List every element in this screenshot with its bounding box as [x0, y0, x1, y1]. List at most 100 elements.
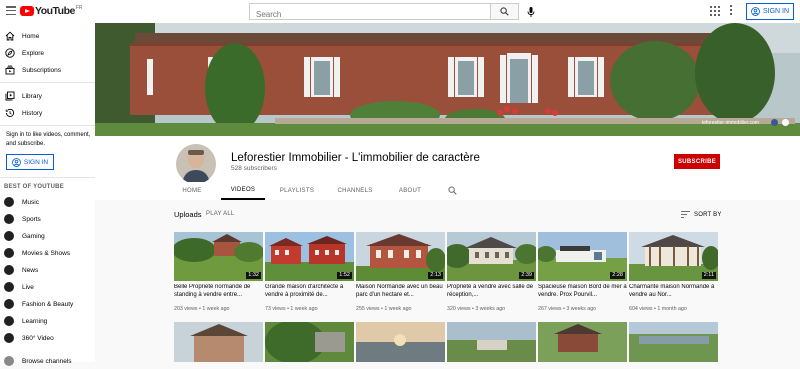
view-count: 604 views	[629, 306, 653, 312]
video-thumbnail[interactable]: 2:11	[629, 232, 718, 281]
instagram-icon[interactable]	[782, 119, 789, 126]
gamepad-icon	[4, 231, 14, 241]
video-thumbnail[interactable]: 1:32	[174, 232, 263, 281]
view-count: 267 views	[538, 306, 562, 312]
video-title[interactable]: Spacieuse maison Bord de mer à vendre. P…	[538, 284, 627, 300]
sidebar-item-360-video[interactable]: 360° Video	[0, 330, 95, 346]
menu-icon[interactable]	[6, 6, 16, 15]
tab-channels[interactable]: CHANNELS	[333, 182, 377, 200]
best-of-youtube-heading: BEST OF YOUTUBE	[4, 184, 64, 190]
facebook-icon[interactable]	[771, 119, 778, 126]
sidebar-item-library[interactable]: Library	[0, 88, 95, 104]
account-icon	[751, 7, 760, 16]
trophy-icon	[4, 214, 14, 224]
video-duration: 1:32	[246, 272, 261, 279]
upload-age: 3 weeks ago	[475, 306, 506, 312]
video-title[interactable]: Belle Propriété normande de standing à v…	[174, 284, 263, 300]
signin-label: SIGN IN	[23, 158, 49, 166]
sidebar-item-fashion[interactable]: Fashion & Beauty	[0, 296, 95, 312]
sidebar-item-live[interactable]: Live	[0, 279, 95, 295]
signin-button[interactable]: SIGN IN	[746, 3, 794, 20]
divider	[0, 177, 95, 178]
sidebar-item-sports[interactable]: Sports	[0, 211, 95, 227]
sidebar-item-browse-channels[interactable]: Browse channels	[0, 353, 95, 369]
video-meta: 255 views • 1 week ago	[356, 306, 412, 312]
video-duration: 2:28	[610, 272, 625, 279]
video-thumbnail[interactable]: 2:28	[538, 232, 627, 281]
video-thumbnail[interactable]	[629, 322, 718, 362]
sidebar: Home Explore Subscriptions Library Histo…	[0, 23, 95, 366]
video-thumbnail[interactable]: 2:13	[356, 232, 445, 281]
uploads-title[interactable]: Uploads	[174, 210, 202, 219]
video-thumbnail[interactable]	[356, 322, 445, 362]
video-meta: 203 views • 1 week ago	[174, 306, 230, 312]
channel-avatar[interactable]	[176, 144, 216, 184]
sidebar-item-label: Home	[22, 32, 40, 40]
video-thumbnail[interactable]	[447, 322, 536, 362]
sidebar-item-explore[interactable]: Explore	[0, 45, 95, 61]
video-title[interactable]: Maison Normande avec un beau parc d'un h…	[356, 284, 445, 300]
account-icon	[12, 157, 21, 167]
video-meta: 320 views • 3 weeks ago	[447, 306, 506, 312]
banner-website-link[interactable]: leforestier-immobilier.com	[702, 120, 759, 126]
video-title[interactable]: Propriété à vendre avec salle de récepti…	[447, 284, 536, 300]
channel-search-icon[interactable]	[448, 186, 457, 195]
sort-by-button[interactable]: SORT BY	[681, 211, 722, 218]
sidebar-item-label: 360° Video	[22, 334, 54, 342]
video-title[interactable]: Grande maison d'architecte à vendre à pr…	[265, 284, 354, 300]
tab-playlists[interactable]: PLAYLISTS	[275, 182, 319, 200]
video-title[interactable]: Charmante maison Normande à vendre au No…	[629, 284, 718, 300]
upload-age: 1 week ago	[290, 306, 318, 312]
channel-name: Leforestier Immobilier - L'immobilier de…	[231, 152, 480, 164]
sidebar-item-gaming[interactable]: Gaming	[0, 228, 95, 244]
tab-about[interactable]: ABOUT	[391, 182, 429, 200]
upload-age: 1 week ago	[202, 306, 230, 312]
sidebar-item-label: Gaming	[22, 232, 45, 240]
video-thumbnail[interactable]	[265, 322, 354, 362]
search-input[interactable]	[250, 7, 490, 22]
subscriber-count: 528 subscribers	[231, 165, 277, 172]
subscriptions-icon	[5, 65, 15, 75]
play-all-button[interactable]: PLAY ALL	[206, 211, 234, 217]
sidebar-item-news[interactable]: News	[0, 262, 95, 278]
upload-age: 3 weeks ago	[566, 306, 597, 312]
home-icon	[5, 31, 15, 41]
news-icon	[4, 265, 14, 275]
sidebar-item-subscriptions[interactable]: Subscriptions	[0, 62, 95, 78]
voice-search-button[interactable]	[523, 4, 538, 19]
sidebar-item-history[interactable]: History	[0, 105, 95, 121]
sidebar-item-movies[interactable]: Movies & Shows	[0, 245, 95, 261]
video-thumbnail[interactable]	[174, 322, 263, 362]
video-thumbnail[interactable]: 1:52	[265, 232, 354, 281]
banner-image	[95, 23, 800, 136]
sidebar-item-home[interactable]: Home	[0, 28, 95, 44]
settings-menu-icon[interactable]	[730, 5, 733, 15]
video-thumbnail[interactable]	[538, 322, 627, 362]
search-button[interactable]	[491, 3, 519, 20]
sidebar-signin-button[interactable]: SIGN IN	[6, 154, 54, 170]
view-count: 203 views	[174, 306, 198, 312]
sidebar-item-learning[interactable]: Learning	[0, 313, 95, 329]
live-icon	[4, 282, 14, 292]
hanger-icon	[4, 299, 14, 309]
sidebar-item-label: Subscriptions	[22, 66, 62, 74]
apps-icon[interactable]	[710, 6, 720, 16]
360-icon	[4, 333, 14, 343]
tab-videos[interactable]: VIDEOS	[221, 182, 265, 200]
video-meta: 267 views • 3 weeks ago	[538, 306, 597, 312]
video-thumbnail[interactable]: 2:39	[447, 232, 536, 281]
video-duration: 1:52	[337, 272, 352, 279]
sidebar-item-label: Learning	[22, 317, 48, 325]
sidebar-item-music[interactable]: Music	[0, 194, 95, 210]
top-bar: YouTube FR SIGN IN	[0, 0, 800, 23]
youtube-logo[interactable]: YouTube FR	[20, 5, 83, 17]
sidebar-item-label: Browse channels	[22, 357, 72, 365]
play-logo-icon	[20, 6, 34, 16]
subscribe-button[interactable]: SUBSCRIBE	[674, 154, 720, 169]
view-count: 255 views	[356, 306, 380, 312]
microphone-icon	[527, 6, 534, 17]
film-icon	[4, 248, 14, 258]
uploads-header: Uploads PLAY ALL SORT BY	[95, 200, 800, 230]
tab-home[interactable]: HOME	[176, 182, 208, 200]
video-duration: 2:11	[701, 272, 716, 279]
